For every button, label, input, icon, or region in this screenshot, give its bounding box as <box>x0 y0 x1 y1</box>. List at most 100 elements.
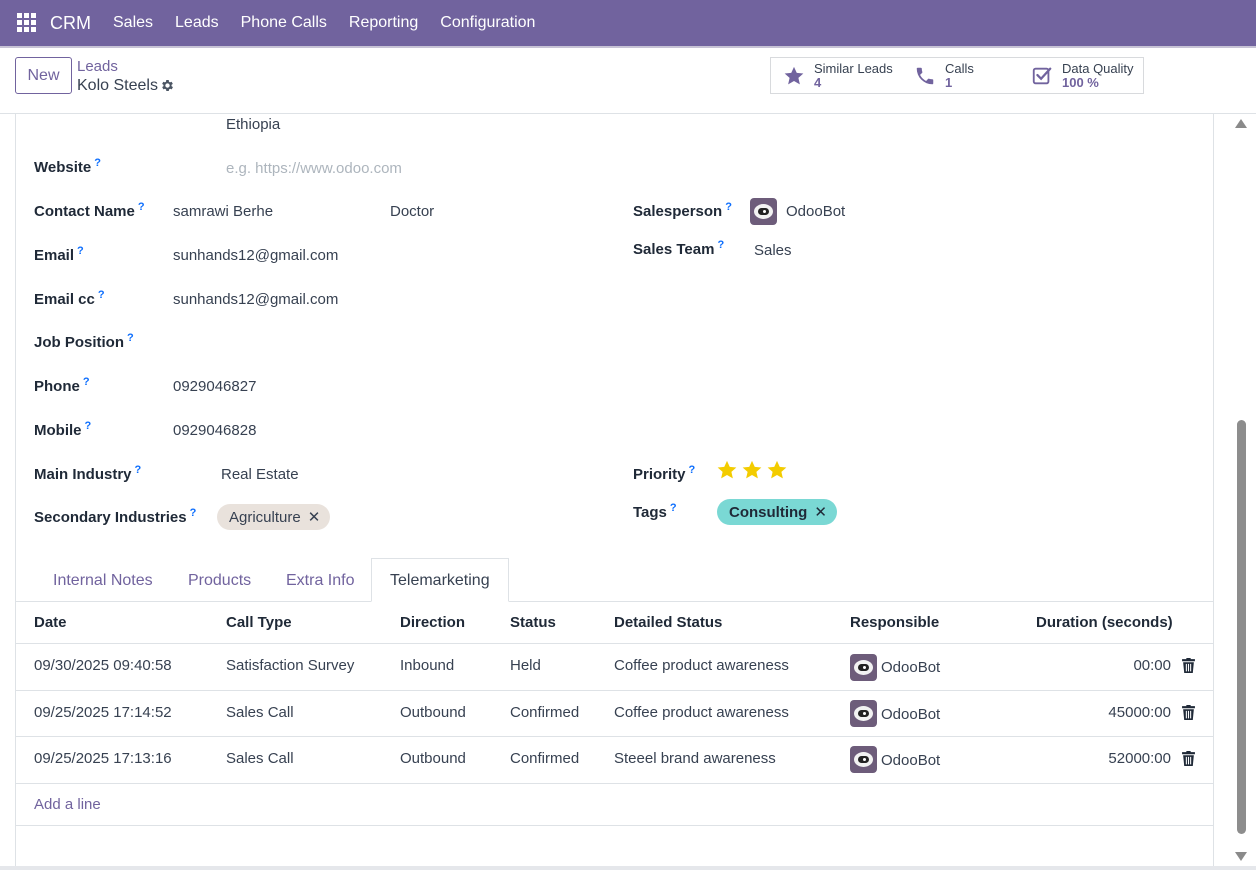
delete-row-icon[interactable] <box>1182 705 1195 720</box>
contact-title-field[interactable]: Doctor <box>390 203 434 220</box>
add-line-link[interactable]: Add a line <box>34 796 101 813</box>
row-divider <box>16 690 1213 691</box>
nav-sales[interactable]: Sales <box>113 14 153 32</box>
help-icon[interactable]: ? <box>135 464 142 476</box>
cell-date: 09/25/2025 17:13:16 <box>34 750 172 767</box>
website-label: Website? <box>34 157 101 176</box>
help-icon[interactable]: ? <box>98 289 105 301</box>
help-icon[interactable]: ? <box>83 376 90 388</box>
tab-products[interactable]: Products <box>188 572 251 590</box>
calls-button[interactable]: Calls 1 <box>902 57 1020 94</box>
col-call-type[interactable]: Call Type <box>226 614 292 631</box>
website-field[interactable]: e.g. https://www.odoo.com <box>226 160 402 177</box>
priority-star-icon[interactable] <box>716 459 738 481</box>
row-divider <box>16 825 1213 826</box>
tab-internal-notes[interactable]: Internal Notes <box>53 572 153 590</box>
scrollbar-thumb[interactable] <box>1237 420 1246 834</box>
sales-team-field[interactable]: Sales <box>754 242 792 259</box>
phone-label: Phone? <box>34 376 90 395</box>
secondary-industries-label: Secondary Industries? <box>34 507 197 526</box>
help-icon[interactable]: ? <box>77 245 84 257</box>
email-cc-field[interactable]: sunhands12@gmail.com <box>173 291 338 308</box>
breadcrumb-leads[interactable]: Leads <box>77 58 118 75</box>
salesperson-field[interactable]: OdooBot <box>786 203 845 220</box>
contact-name-field[interactable]: samrawi Berhe <box>173 203 273 220</box>
scroll-up-icon[interactable] <box>1235 119 1247 128</box>
responsible-avatar <box>850 700 877 727</box>
cell-duration: 52000:00 <box>1108 750 1171 767</box>
help-icon[interactable]: ? <box>94 157 101 169</box>
cell-responsible: OdooBot <box>881 706 941 723</box>
nav-leads[interactable]: Leads <box>175 14 219 32</box>
phone-field[interactable]: 0929046827 <box>173 378 256 395</box>
cell-detailed-status: Coffee product awareness <box>614 704 789 721</box>
cell-detailed-status: Steeel brand awareness <box>614 750 776 767</box>
help-icon[interactable]: ? <box>127 332 134 344</box>
priority-star-icon[interactable] <box>766 459 788 481</box>
help-icon[interactable]: ? <box>689 464 696 476</box>
cell-duration: 45000:00 <box>1108 704 1171 721</box>
help-icon[interactable]: ? <box>717 239 724 251</box>
col-direction[interactable]: Direction <box>400 614 465 631</box>
remove-tag-icon[interactable]: ✕ <box>308 508 321 526</box>
col-date[interactable]: Date <box>34 614 67 631</box>
cell-duration: 00:00 <box>1133 657 1171 674</box>
new-button[interactable]: New <box>15 57 72 94</box>
help-icon[interactable]: ? <box>725 201 732 213</box>
salesperson-avatar <box>750 198 777 225</box>
help-icon[interactable]: ? <box>85 420 92 432</box>
data-quality-button[interactable]: Data Quality 100 % <box>1019 57 1144 94</box>
top-navbar: CRM Sales Leads Phone Calls Reporting Co… <box>0 0 1256 46</box>
cell-date: 09/25/2025 17:14:52 <box>34 704 172 721</box>
tags-label: Tags? <box>633 502 677 521</box>
job-position-label: Job Position? <box>34 332 134 351</box>
row-divider <box>16 736 1213 737</box>
data-quality-label: Data Quality <box>1062 60 1134 76</box>
help-icon[interactable]: ? <box>670 502 677 514</box>
nav-reporting[interactable]: Reporting <box>349 14 418 32</box>
priority-star-icon[interactable] <box>741 459 763 481</box>
help-icon[interactable]: ? <box>138 201 145 213</box>
row-divider <box>16 783 1213 784</box>
cell-date: 09/30/2025 09:40:58 <box>34 657 172 674</box>
col-status[interactable]: Status <box>510 614 556 631</box>
tab-telemarketing[interactable]: Telemarketing <box>371 558 509 602</box>
cell-call-type: Sales Call <box>226 750 294 767</box>
col-duration[interactable]: Duration (seconds) <box>1036 614 1173 631</box>
remove-tag-icon[interactable]: ✕ <box>814 503 827 521</box>
cell-direction: Outbound <box>400 750 466 767</box>
cell-direction: Inbound <box>400 657 455 674</box>
cell-responsible: OdooBot <box>881 659 941 676</box>
similar-leads-label: Similar Leads <box>814 60 893 76</box>
nav-configuration[interactable]: Configuration <box>440 14 535 32</box>
help-icon[interactable]: ? <box>190 507 197 519</box>
similar-leads-button[interactable]: Similar Leads 4 <box>770 57 903 94</box>
gear-icon[interactable] <box>160 78 175 93</box>
mobile-field[interactable]: 0929046828 <box>173 422 256 439</box>
nav-phone-calls[interactable]: Phone Calls <box>241 14 327 32</box>
calls-count: 1 <box>945 74 953 90</box>
email-label: Email? <box>34 245 84 264</box>
main-industry-label: Main Industry? <box>34 464 142 483</box>
scroll-down-icon[interactable] <box>1235 852 1247 861</box>
delete-row-icon[interactable] <box>1182 751 1195 766</box>
mobile-label: Mobile? <box>34 420 92 439</box>
salesperson-label: Salesperson? <box>633 201 732 220</box>
control-panel: New Leads Kolo Steels Similar Leads 4 Ca… <box>0 48 1256 114</box>
email-field[interactable]: sunhands12@gmail.com <box>173 247 338 264</box>
sales-team-label: Sales Team? <box>633 239 725 258</box>
country-field[interactable]: Ethiopia <box>226 116 280 133</box>
col-responsible[interactable]: Responsible <box>850 614 939 631</box>
calls-label: Calls <box>945 60 974 76</box>
email-cc-label: Email cc? <box>34 289 105 308</box>
main-industry-field[interactable]: Real Estate <box>221 466 299 483</box>
data-quality-value: 100 % <box>1062 74 1099 90</box>
col-detailed-status[interactable]: Detailed Status <box>614 614 722 631</box>
cell-status: Held <box>510 657 541 674</box>
app-brand[interactable]: CRM <box>50 13 91 34</box>
responsible-avatar <box>850 654 877 681</box>
apps-menu-icon[interactable] <box>17 13 37 33</box>
tag-consulting: Consulting ✕ <box>717 499 837 525</box>
delete-row-icon[interactable] <box>1182 658 1195 673</box>
tab-extra-info[interactable]: Extra Info <box>286 572 354 590</box>
